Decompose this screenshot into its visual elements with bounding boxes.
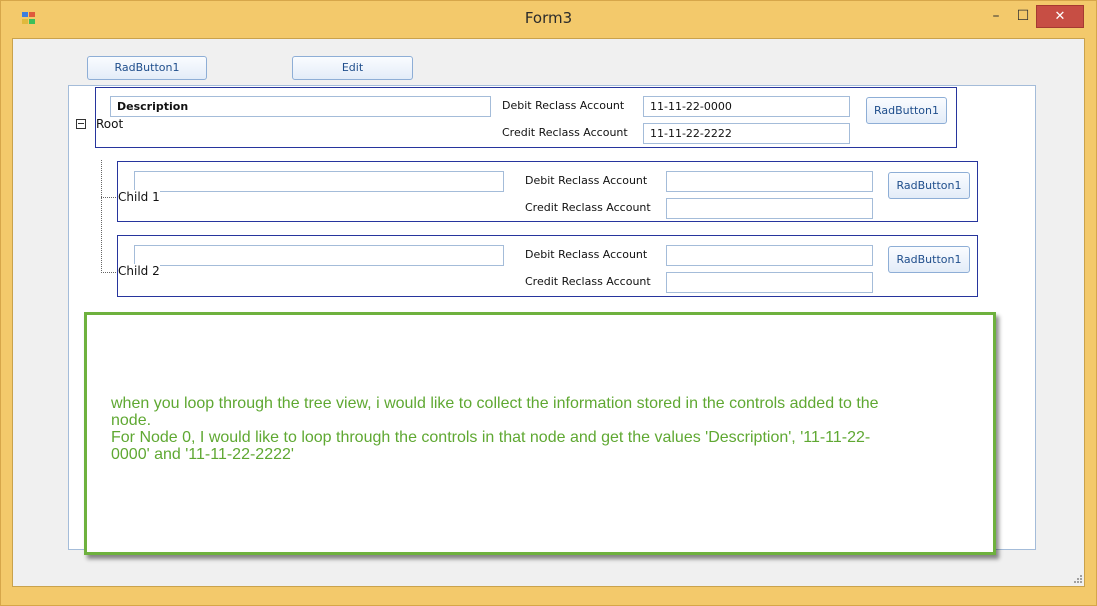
child1-radbutton1[interactable]: RadButton1 [888,172,970,199]
annotation-line: For Node 0, I would like to loop through… [111,429,871,446]
child1-debit-label: Debit Reclass Account [525,174,648,187]
root-node-label[interactable]: Root [96,117,124,131]
close-button[interactable]: ✕ [1036,5,1084,28]
root-debit-input[interactable]: 11-11-22-0000 [643,96,850,117]
child2-credit-label: Credit Reclass Account [525,275,651,288]
tree-connector-line [101,160,102,273]
child2-debit-label: Debit Reclass Account [525,248,648,261]
child2-node-label[interactable]: Child 2 [118,264,160,278]
child1-node-label[interactable]: Child 1 [118,190,160,204]
root-credit-input[interactable]: 11-11-22-2222 [643,123,850,144]
child1-credit-input[interactable] [666,198,873,219]
annotation-line: 0000' and '11-11-22-2222' [111,446,294,463]
resize-grip-icon[interactable] [1071,572,1083,584]
root-description-input[interactable]: Description [110,96,491,117]
child2-credit-input[interactable] [666,272,873,293]
root-credit-label: Credit Reclass Account [502,126,628,139]
child1-debit-input[interactable] [666,171,873,192]
annotation-line: when you loop through the tree view, i w… [111,395,879,412]
child1-credit-label: Credit Reclass Account [525,201,651,214]
annotation-line: node. [111,412,152,429]
child2-radbutton1[interactable]: RadButton1 [888,246,970,273]
window-title: Form3 [524,9,573,27]
edit-button[interactable]: Edit [292,56,413,80]
tree-connector-line [101,272,118,273]
minimize-button[interactable]: – [982,6,1010,28]
collapse-icon[interactable] [76,119,86,129]
child2-debit-input[interactable] [666,245,873,266]
maximize-button[interactable]: ☐ [1010,6,1036,28]
annotation-text: when you loop through the tree view, i w… [111,395,941,463]
tree-connector-line [101,197,118,198]
root-debit-label: Debit Reclass Account [502,99,625,112]
child2-description-input[interactable] [134,245,504,266]
child1-description-input[interactable] [134,171,504,192]
radbutton1-top-button[interactable]: RadButton1 [87,56,207,80]
root-radbutton1[interactable]: RadButton1 [866,97,947,124]
